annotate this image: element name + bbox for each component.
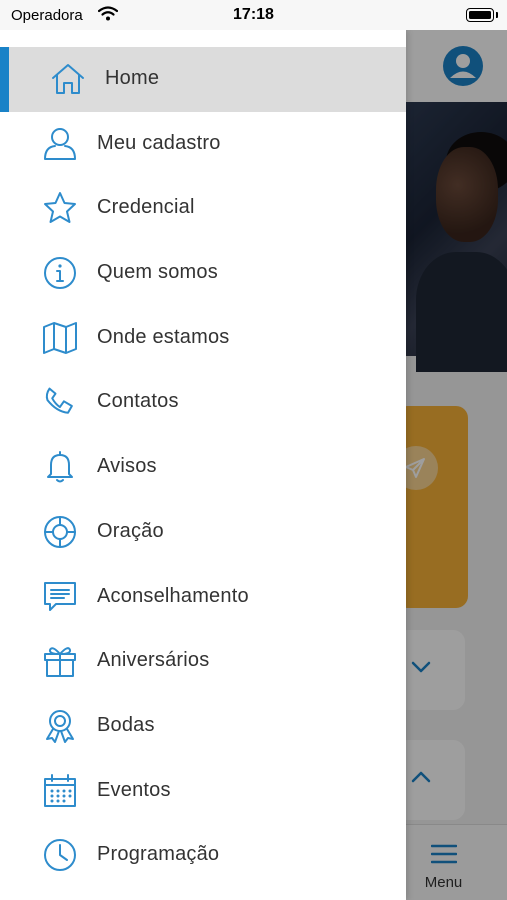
clock-icon bbox=[42, 837, 78, 873]
chat-icon bbox=[42, 579, 78, 615]
menu-item-label: Avisos bbox=[97, 455, 157, 478]
status-bar: Operadora 17:18 bbox=[0, 0, 507, 30]
side-drawer: Home Meu cadastro Credencial Quem somos … bbox=[0, 30, 406, 900]
menu-item-label: Home bbox=[105, 67, 160, 89]
clock-time: 17:18 bbox=[233, 6, 274, 23]
menu-item-bodas[interactable]: Bodas bbox=[0, 694, 406, 759]
lifebuoy-icon bbox=[42, 514, 78, 550]
menu-item-programacao[interactable]: Programação bbox=[0, 823, 406, 888]
menu-item-avisos[interactable]: Avisos bbox=[0, 435, 406, 500]
bell-icon bbox=[42, 449, 78, 485]
menu-item-aniversarios[interactable]: Aniversários bbox=[0, 629, 406, 694]
menu-item-label: Meu cadastro bbox=[97, 131, 221, 154]
gift-icon bbox=[42, 643, 78, 679]
menu-item-label: Oração bbox=[97, 519, 164, 542]
menu-item-label: Contatos bbox=[97, 390, 179, 413]
menu-item-label: Aconselhamento bbox=[97, 584, 249, 607]
info-icon bbox=[42, 255, 78, 291]
menu-item-home[interactable]: Home bbox=[0, 47, 406, 112]
menu-item-quem-somos[interactable]: Quem somos bbox=[0, 241, 406, 306]
drawer-overlay[interactable] bbox=[406, 30, 507, 900]
menu-item-aconselhamento[interactable]: Aconselhamento bbox=[0, 565, 406, 630]
star-icon bbox=[42, 190, 78, 226]
menu-item-label: Programação bbox=[97, 843, 220, 866]
user-icon bbox=[42, 126, 78, 162]
phone-icon bbox=[42, 384, 78, 420]
award-icon bbox=[42, 708, 78, 744]
calendar-icon bbox=[42, 773, 78, 809]
menu-item-eventos[interactable]: Eventos bbox=[0, 759, 406, 824]
menu-item-contatos[interactable]: Contatos bbox=[0, 370, 406, 435]
map-icon bbox=[42, 320, 78, 356]
menu-item-label: Bodas bbox=[97, 713, 155, 736]
menu-item-meu-cadastro[interactable]: Meu cadastro bbox=[0, 112, 406, 177]
menu-item-credencial[interactable]: Credencial bbox=[0, 176, 406, 241]
menu-item-onde-estamos[interactable]: Onde estamos bbox=[0, 306, 406, 371]
active-indicator bbox=[0, 47, 9, 112]
menu-item-label: Aniversários bbox=[97, 649, 210, 672]
battery-icon bbox=[466, 8, 498, 22]
menu-item-label: Eventos bbox=[97, 778, 171, 801]
menu-item-label: Quem somos bbox=[97, 261, 218, 284]
menu-item-oracao[interactable]: Oração bbox=[0, 500, 406, 565]
menu-item-label: Onde estamos bbox=[97, 325, 230, 348]
menu-item-label: Credencial bbox=[97, 196, 195, 219]
home-icon bbox=[50, 61, 86, 97]
